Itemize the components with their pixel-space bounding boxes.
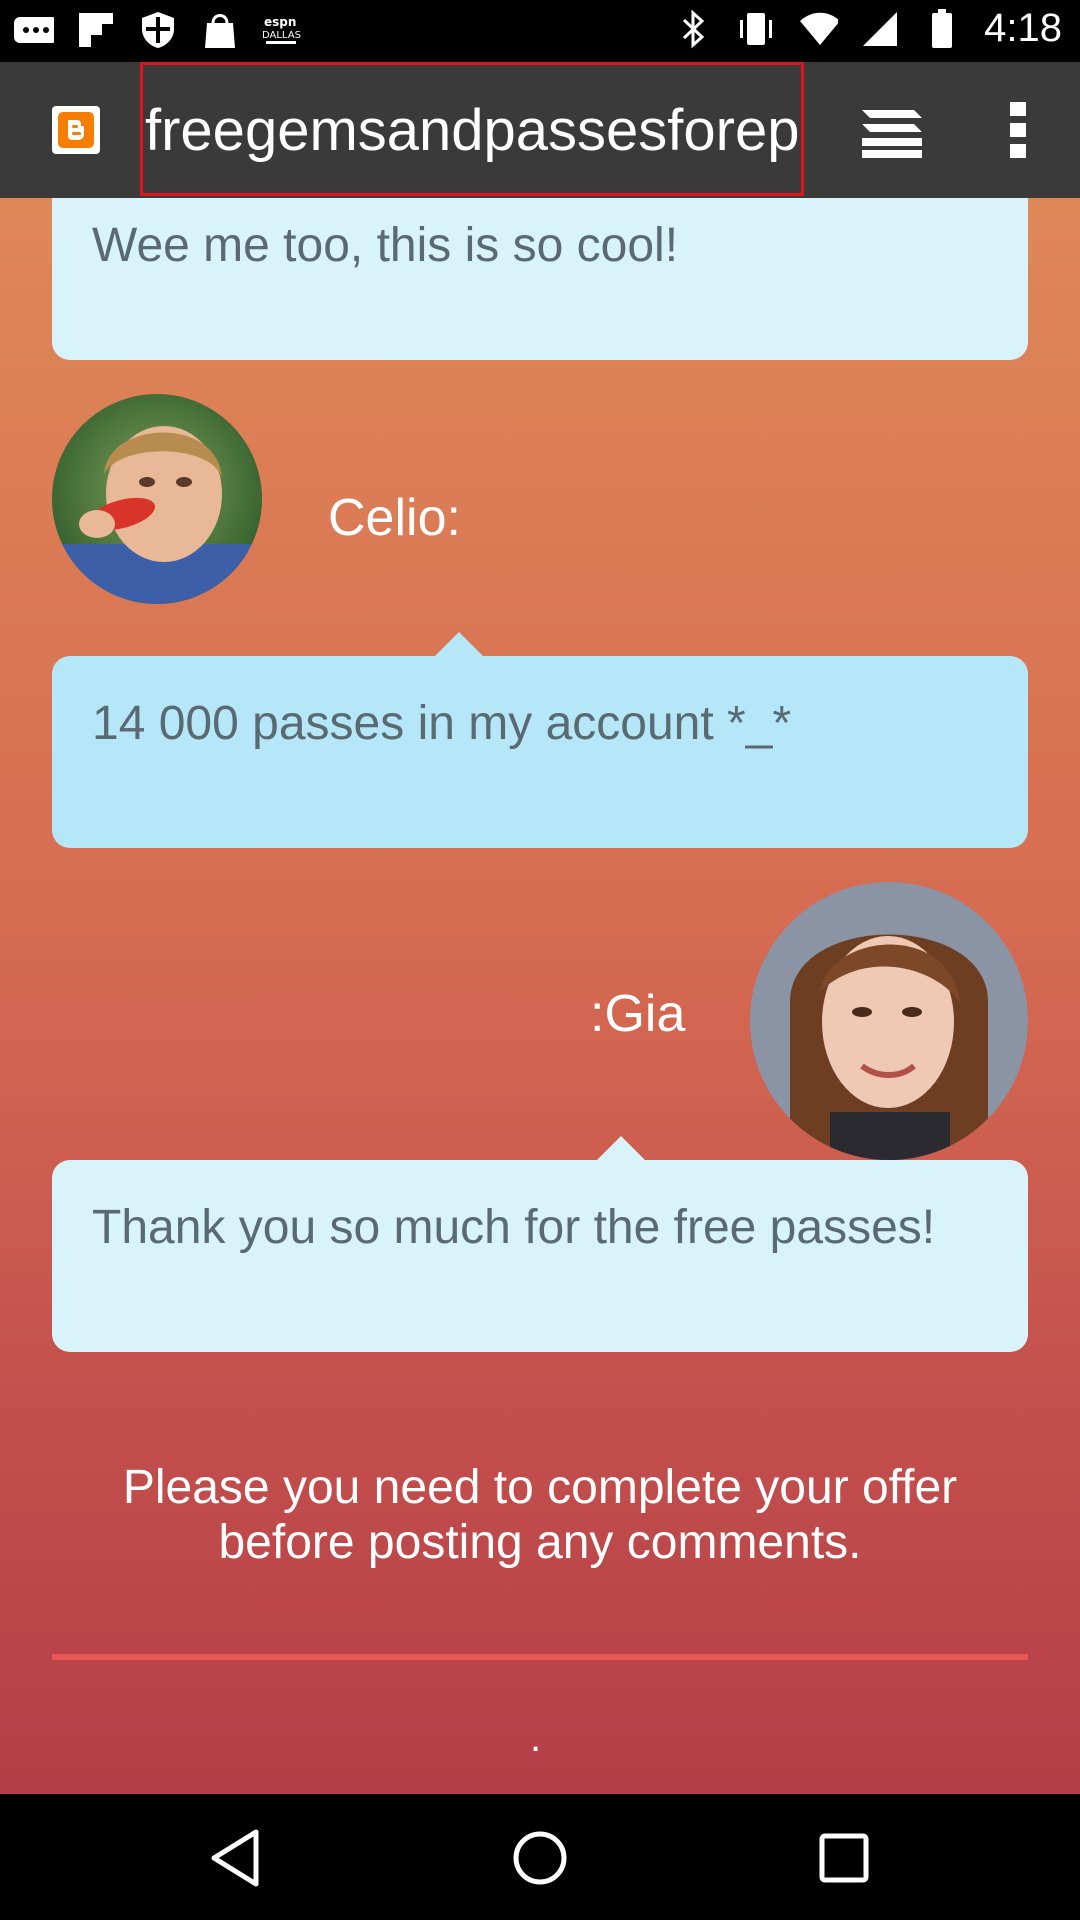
offer-notice-line-2: before posting any comments. [218,1516,862,1569]
wifi-icon [798,9,839,49]
espn-icon: espn DALLAS [262,10,302,50]
comment-text: 14 000 passes in my account *_* [92,697,792,750]
bubble-tail [435,632,483,656]
comment-author: Celio: [328,489,461,547]
stack-menu-icon[interactable] [860,104,924,160]
comment-bubble: Wee me too, this is so cool! [52,198,1028,360]
signal-icon [860,9,900,49]
clock-time: 4:18 [984,6,1062,50]
back-icon[interactable] [206,1826,270,1890]
battery-icon [922,8,962,49]
overflow-menu-icon[interactable] [1000,98,1036,162]
footer-dot: . [530,1716,542,1760]
comment-text: Wee me too, this is so cool! [92,219,679,272]
comment-bubble: 14 000 passes in my account *_* [52,656,1028,848]
shield-icon [138,10,178,50]
url-field[interactable]: freegemsandpassesforepisode [140,62,804,196]
browser-app-bar: freegemsandpassesforepisode [0,62,1080,198]
offer-notice-line-1: Please you need to complete your offer [122,1461,958,1514]
status-bar-right: 4:18 [674,6,1062,51]
svg-text:espn: espn [264,15,296,29]
shopping-bag-icon [200,10,240,50]
avatar-gia [750,882,1028,1160]
blogger-icon[interactable] [52,106,100,154]
comment-bubble: Thank you so much for the free passes! [52,1160,1028,1352]
offer-notice: Please you need to complete your offer b… [52,1460,1028,1570]
status-bar: espn DALLAS 4:18 [0,0,1080,62]
svg-text:DALLAS: DALLAS [262,30,301,41]
recents-icon[interactable] [812,1826,876,1890]
home-icon[interactable] [508,1826,572,1890]
comment-author: :Gia [590,985,686,1043]
comment-text: Thank you so much for the free passes! [92,1201,936,1254]
status-bar-left: espn DALLAS [14,10,302,50]
avatar-celio [52,394,262,604]
navigation-bar [0,1794,1080,1920]
divider [52,1654,1028,1660]
url-text: freegemsandpassesforepisode [145,98,801,163]
vibrate-icon [736,9,776,49]
flipboard-icon [76,10,116,50]
comments-page[interactable]: Wee me too, this is so cool! Celio: 14 0… [0,198,1080,1794]
bluetooth-icon [674,9,714,49]
bubble-tail [597,1136,645,1160]
more-notifications-icon [14,10,54,50]
